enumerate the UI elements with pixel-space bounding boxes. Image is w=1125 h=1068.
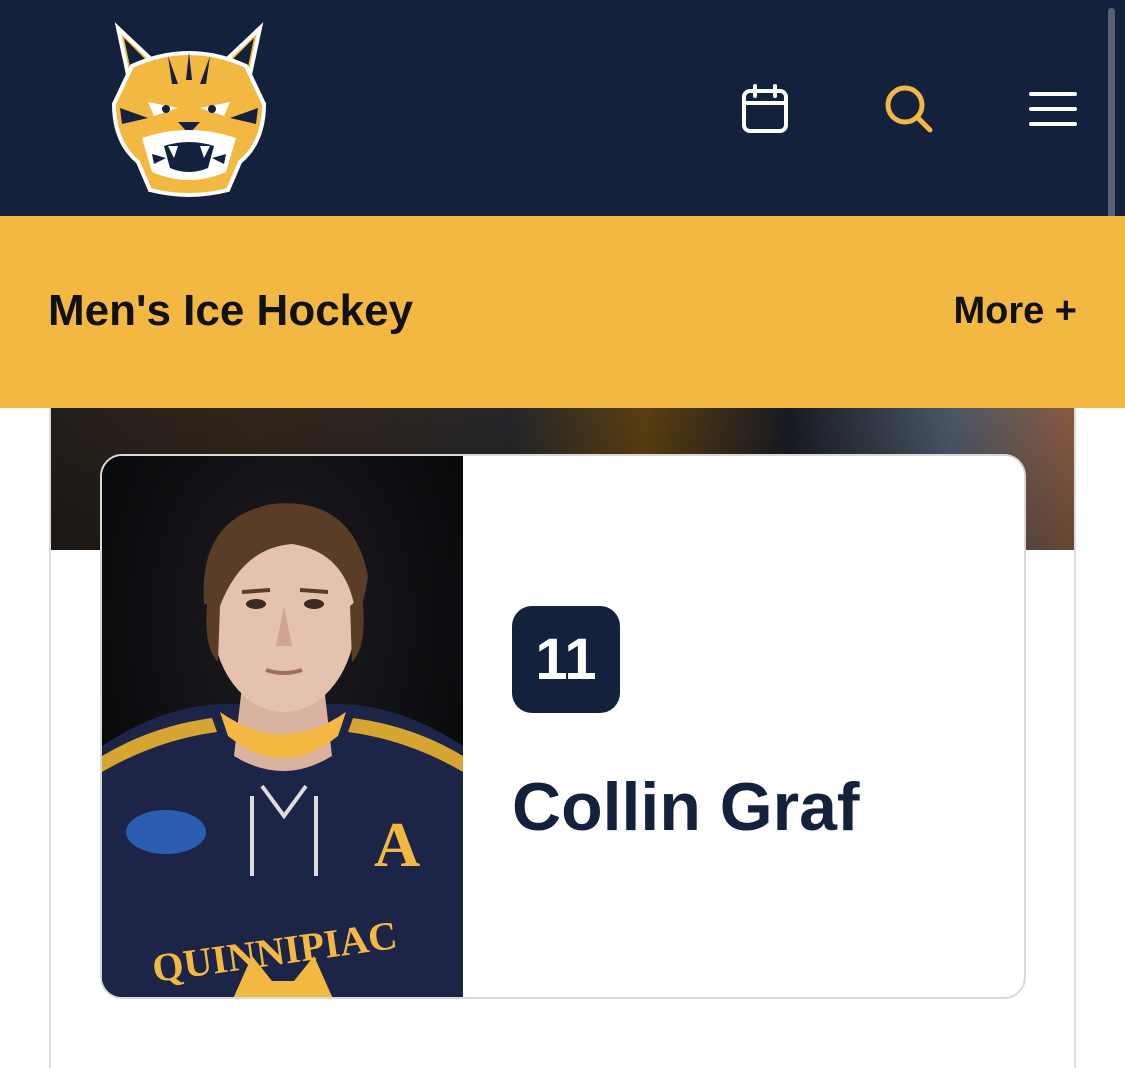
search-icon[interactable] <box>880 80 938 138</box>
calendar-icon[interactable] <box>736 80 794 138</box>
jersey-number-badge: 11 <box>512 606 620 713</box>
player-headshot: A QUINNIPIAC <box>102 456 463 997</box>
more-button[interactable]: More + <box>953 290 1077 333</box>
site-header <box>0 0 1125 216</box>
bobcat-logo[interactable] <box>108 22 270 198</box>
player-name: Collin Graf <box>512 769 860 845</box>
page-scrollbar[interactable] <box>1108 8 1115 240</box>
hamburger-menu-icon[interactable] <box>1024 80 1082 138</box>
svg-text:A: A <box>374 809 420 880</box>
sport-title: Men's Ice Hockey <box>48 286 414 335</box>
player-card: A QUINNIPIAC 11 Collin Graf <box>100 454 1026 999</box>
